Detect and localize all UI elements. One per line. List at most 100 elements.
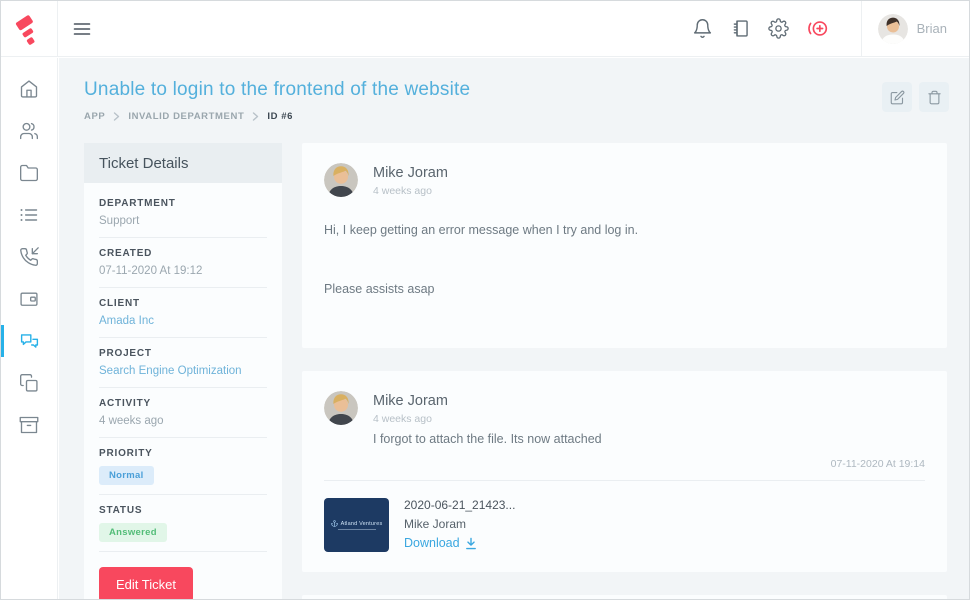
message-card-partial — [302, 595, 947, 599]
field-value: Support — [99, 215, 267, 228]
brand-logo-icon — [13, 13, 45, 45]
attachment-uploader: Mike Joram — [404, 517, 515, 531]
sidebar-item-calls[interactable] — [1, 236, 57, 278]
avatar — [324, 391, 358, 425]
message-card: Mike Joram 4 weeks ago Hi, I keep gettin… — [302, 143, 947, 348]
menu-toggle-button[interactable] — [71, 18, 93, 40]
notebook-icon — [730, 18, 751, 39]
breadcrumb-department[interactable]: INVALID DEPARTMENT — [128, 111, 244, 122]
edit-pencil-icon — [890, 90, 905, 105]
gear-icon — [768, 18, 789, 39]
attachment-thumbnail[interactable]: Atland Ventures — [324, 498, 389, 552]
quick-add-button[interactable] — [806, 18, 830, 39]
message-thread: Mike Joram 4 weeks ago Hi, I keep gettin… — [302, 143, 947, 599]
notifications-button[interactable] — [692, 18, 713, 39]
field-label: ACTIVITY — [99, 398, 267, 410]
panel-body: DEPARTMENT Support CREATED 07-11-2020 At… — [84, 183, 282, 599]
download-label: Download — [404, 536, 460, 550]
sidebar-item-archive[interactable] — [1, 404, 57, 446]
author-name: Mike Joram — [373, 393, 602, 409]
page-title: Unable to login to the frontend of the w… — [84, 79, 949, 101]
thumbnail-brand-text: Atland Ventures — [341, 521, 383, 527]
user-avatar — [878, 14, 908, 44]
message-paragraph: Please assists asap — [324, 282, 925, 296]
author-name: Mike Joram — [373, 165, 448, 181]
message-header: Mike Joram 4 weeks ago I forgot to attac… — [324, 391, 925, 446]
users-icon — [19, 121, 39, 141]
delete-ticket-button[interactable] — [919, 82, 949, 112]
author-block: Mike Joram 4 weeks ago I forgot to attac… — [373, 391, 602, 446]
field-value: 07-11-2020 At 19:12 — [99, 265, 267, 278]
field-label: PRIORITY — [99, 448, 267, 460]
list-icon — [19, 205, 39, 225]
user-menu[interactable]: Brian — [861, 1, 969, 56]
copy-icon — [19, 373, 39, 393]
edit-ticket-icon-button[interactable] — [882, 82, 912, 112]
field-label: STATUS — [99, 505, 267, 517]
topbar: Brian — [1, 1, 969, 57]
anchor-icon — [331, 520, 338, 527]
topbar-actions: Brian — [692, 1, 969, 56]
app-window: Brian — [0, 0, 970, 600]
divider — [99, 551, 267, 552]
field-priority: PRIORITY Normal — [99, 438, 267, 495]
plus-circle-icon — [806, 18, 830, 39]
field-label: DEPARTMENT — [99, 198, 267, 210]
folder-icon — [19, 163, 39, 183]
thumbnail-tagline-line — [338, 529, 376, 530]
field-status: STATUS Answered — [99, 495, 267, 552]
wallet-icon — [19, 289, 39, 309]
field-project: PROJECT Search Engine Optimization — [99, 338, 267, 388]
project-link[interactable]: Search Engine Optimization — [99, 365, 267, 378]
trash-icon — [927, 90, 942, 105]
message-card: Mike Joram 4 weeks ago I forgot to attac… — [302, 371, 947, 572]
home-icon — [19, 79, 39, 99]
priority-badge: Normal — [99, 466, 154, 485]
chevron-right-icon — [113, 112, 120, 121]
knowledge-base-button[interactable] — [730, 18, 751, 39]
message-header: Mike Joram 4 weeks ago — [324, 163, 925, 197]
message-time: 4 weeks ago — [373, 185, 448, 197]
field-client: CLIENT Amada Inc — [99, 288, 267, 338]
sidebar — [1, 58, 58, 599]
attachment-info: 2020-06-21_21423... Mike Joram Download — [404, 498, 515, 550]
sidebar-item-billing[interactable] — [1, 278, 57, 320]
app-logo — [1, 1, 58, 56]
attachment-filename: 2020-06-21_21423... — [404, 498, 515, 512]
sidebar-item-tickets[interactable] — [1, 320, 57, 362]
chevron-right-icon — [252, 112, 259, 121]
field-value: 4 weeks ago — [99, 415, 267, 428]
attachment: Atland Ventures 2020-06-21_21423... Mike… — [324, 498, 925, 552]
message-body: Hi, I keep getting an error message when… — [324, 223, 925, 296]
sidebar-item-clients[interactable] — [1, 110, 57, 152]
download-link[interactable]: Download — [404, 536, 477, 550]
settings-button[interactable] — [768, 18, 789, 39]
user-avatar-image — [878, 14, 908, 44]
avatar — [324, 163, 358, 197]
sidebar-item-home[interactable] — [1, 68, 57, 110]
page-header: Unable to login to the frontend of the w… — [59, 58, 969, 122]
field-created: CREATED 07-11-2020 At 19:12 — [99, 238, 267, 288]
field-label: CREATED — [99, 248, 267, 260]
sidebar-item-tasks[interactable] — [1, 194, 57, 236]
message-time: 4 weeks ago — [373, 413, 602, 425]
thumbnail-logo: Atland Ventures — [331, 520, 383, 527]
breadcrumb-ticket-id: ID #6 — [267, 111, 293, 122]
field-department: DEPARTMENT Support — [99, 188, 267, 238]
chat-icon — [19, 331, 40, 352]
author-avatar-image — [324, 163, 358, 197]
message-timestamp: 07-11-2020 At 19:14 — [324, 458, 925, 470]
sidebar-item-projects[interactable] — [1, 152, 57, 194]
breadcrumb: APP INVALID DEPARTMENT ID #6 — [84, 111, 949, 122]
client-link[interactable]: Amada Inc — [99, 315, 267, 328]
bell-icon — [692, 18, 713, 39]
field-label: PROJECT — [99, 348, 267, 360]
message-text: I forgot to attach the file. Its now att… — [373, 432, 602, 446]
breadcrumb-app[interactable]: APP — [84, 111, 105, 122]
sidebar-item-documents[interactable] — [1, 362, 57, 404]
author-avatar-image — [324, 391, 358, 425]
content-row: Ticket Details DEPARTMENT Support CREATE… — [59, 122, 969, 599]
edit-ticket-button[interactable]: Edit Ticket — [99, 567, 193, 599]
status-badge: Answered — [99, 523, 167, 542]
ticket-actions — [882, 82, 949, 112]
